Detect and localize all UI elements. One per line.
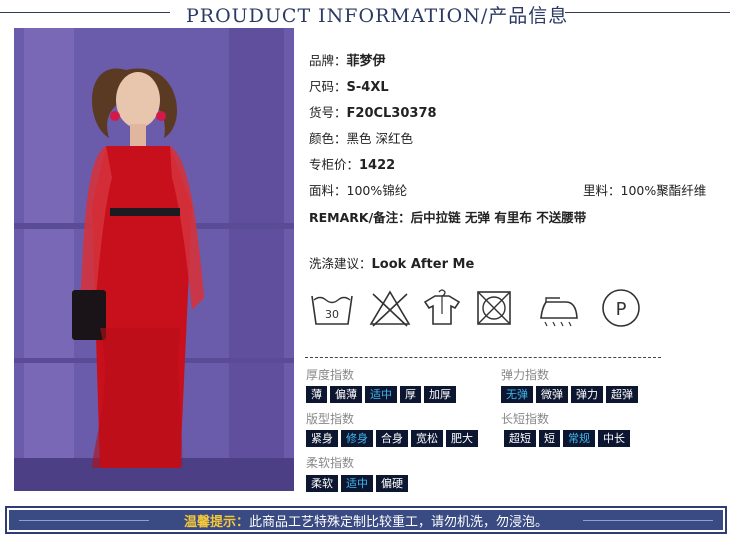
thickness-option: 加厚 [424, 386, 456, 403]
fit-title: 版型指数 [306, 412, 355, 426]
wash-temp-text: 30 [325, 308, 339, 321]
wash-label: 洗涤建议： [309, 256, 372, 271]
remark-label: REMARK/备注： [309, 210, 411, 225]
elasticity-option-selected: 无弹 [501, 386, 533, 403]
spec-size: 尺码：S-4XL [309, 76, 389, 95]
thickness-options: 薄 偏薄 适中 厚 加厚 [306, 386, 456, 403]
elasticity-option: 微弹 [536, 386, 568, 403]
spec-price: 专柜价：1422 [309, 154, 395, 173]
sku-label: 货号： [309, 105, 347, 120]
wash-30-icon: 30 [309, 286, 355, 330]
spec-lining: 里料：100%聚酯纤维 [583, 180, 706, 199]
lining-label: 里料： [583, 183, 621, 198]
fit-option: 宽松 [411, 430, 443, 447]
fit-option: 合身 [376, 430, 408, 447]
warm-tip-banner: 温馨提示：此商品工艺特殊定制比较重工，请勿机洗，勿浸泡。 [5, 506, 727, 534]
warm-tip-text: 温馨提示：此商品工艺特殊定制比较重工，请勿机洗，勿浸泡。 [184, 511, 548, 530]
fabric-value: 100%锦纶 [346, 183, 408, 198]
warm-tip-label: 温馨提示： [183, 514, 249, 530]
sku-value: F20CL30378 [346, 106, 437, 121]
thickness-option: 薄 [306, 386, 327, 403]
fabric-label: 面料： [309, 183, 347, 198]
elasticity-option: 超弹 [606, 386, 638, 403]
spec-remark: REMARK/备注：后中拉链 无弹 有里布 不送腰带 [309, 207, 586, 226]
thickness-option: 厚 [400, 386, 421, 403]
dry-clean-letter: P [616, 299, 627, 320]
elasticity-title: 弹力指数 [501, 368, 550, 382]
length-option: 中长 [598, 430, 630, 447]
no-tumble-dry-icon [472, 286, 518, 330]
thickness-option-selected: 适中 [365, 386, 397, 403]
length-option-selected: 常规 [563, 430, 595, 447]
color-value: 黑色 深红色 [346, 131, 413, 146]
fit-option: 紧身 [306, 430, 338, 447]
product-photo [14, 28, 294, 491]
header-rule-left [0, 12, 170, 13]
dry-clean-p-icon: P [599, 286, 645, 330]
hang-dry-icon [419, 286, 465, 330]
softness-title: 柔软指数 [306, 456, 355, 470]
spec-fabric: 面料：100%锦纶 [309, 180, 407, 199]
fit-option-selected: 修身 [341, 430, 373, 447]
spec-color: 颜色：黑色 深红色 [309, 128, 413, 147]
divider [305, 357, 661, 358]
section-title: PROUDUCT INFORMATION/产品信息 [186, 5, 569, 27]
banner-line-right [583, 520, 713, 521]
spec-wash: 洗涤建议：Look After Me [309, 253, 474, 272]
iron-icon [536, 286, 582, 330]
length-title: 长短指数 [501, 412, 550, 426]
thickness-title: 厚度指数 [306, 368, 355, 382]
softness-options: 柔软 适中 偏硬 [306, 475, 408, 492]
fit-options: 紧身 修身 合身 宽松 肥大 [306, 430, 478, 447]
lining-value: 100%聚酯纤维 [620, 183, 707, 198]
softness-option: 柔软 [306, 475, 338, 492]
price-value: 1422 [359, 158, 396, 173]
brand-value: 菲梦伊 [346, 54, 386, 69]
length-option: 超短 [504, 430, 536, 447]
thickness-option: 偏薄 [330, 386, 362, 403]
length-option: 短 [539, 430, 560, 447]
no-bleach-icon [367, 286, 413, 330]
spec-brand: 品牌：菲梦伊 [309, 50, 386, 69]
warm-tip-inner: 温馨提示：此商品工艺特殊定制比较重工，请勿机洗，勿浸泡。 [9, 510, 723, 530]
length-options: 超短 短 常规 中长 [504, 430, 630, 447]
softness-option-selected: 适中 [341, 475, 373, 492]
wash-value: Look After Me [371, 257, 475, 272]
size-label: 尺码： [309, 79, 347, 94]
spec-sku: 货号：F20CL30378 [309, 102, 437, 121]
fit-option: 肥大 [446, 430, 478, 447]
warm-tip-message: 此商品工艺特殊定制比较重工，请勿机洗，勿浸泡。 [249, 514, 549, 530]
size-value: S-4XL [346, 80, 389, 95]
price-label: 专柜价： [309, 157, 360, 172]
elasticity-option: 弹力 [571, 386, 603, 403]
brand-label: 品牌： [309, 53, 347, 68]
header-rule-right [565, 12, 730, 13]
softness-option: 偏硬 [376, 475, 408, 492]
model-illustration [14, 28, 294, 491]
color-label: 颜色： [309, 131, 347, 146]
section-header: PROUDUCT INFORMATION/产品信息 [0, 0, 730, 28]
elasticity-options: 无弹 微弹 弹力 超弹 [501, 386, 638, 403]
remark-value: 后中拉链 无弹 有里布 不送腰带 [410, 210, 587, 225]
banner-line-left [19, 520, 149, 521]
